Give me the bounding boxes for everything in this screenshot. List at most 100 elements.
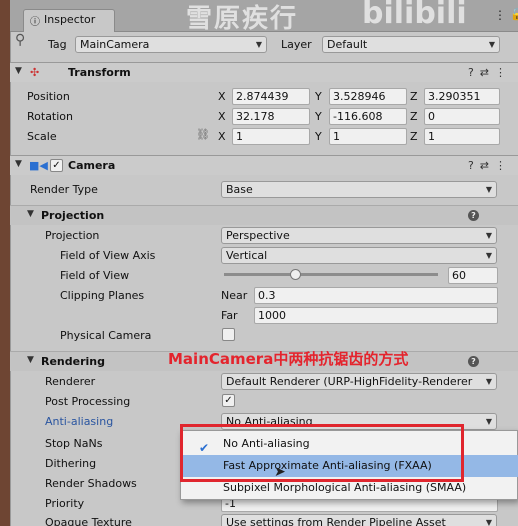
renderer-dropdown[interactable]: Default Renderer (URP-HighFidelity-Rende…: [221, 373, 497, 390]
stop-nans-label: Stop NaNs: [45, 437, 103, 450]
info-icon: ⓘ: [30, 17, 40, 28]
chevron-down-icon: ▼: [485, 231, 492, 240]
scale-x-field[interactable]: 1: [232, 128, 310, 145]
transform-header[interactable]: ▼ ✣ Transform ?⇄⋮: [10, 62, 518, 82]
rotation-y-field[interactable]: -116.608: [329, 108, 407, 125]
camera-object-icon: ⚲: [15, 32, 26, 48]
renderer-value: Default Renderer (URP-HighFidelity-Rende…: [226, 375, 473, 388]
rotation-x-field[interactable]: 32.178: [232, 108, 310, 125]
layer-value: Default: [327, 38, 368, 51]
popup-option-label: Subpixel Morphological Anti-aliasing (SM…: [223, 481, 467, 494]
priority-label: Priority: [45, 497, 85, 510]
tab-label: Inspector: [44, 13, 96, 26]
render-shadows-label: Render Shadows: [45, 477, 137, 490]
watermark-logo: bilibili: [362, 0, 467, 31]
fov-axis-value: Vertical: [226, 249, 268, 262]
fov-field[interactable]: 60: [448, 267, 498, 284]
scale-x-label: X: [218, 130, 226, 143]
camera-enabled-checkbox[interactable]: ✓: [50, 159, 63, 172]
annotation-highlight-box: [180, 424, 464, 482]
link-icon[interactable]: ⛓: [196, 128, 210, 141]
fov-slider-thumb[interactable]: [289, 269, 301, 280]
rotation-label: Rotation: [27, 110, 74, 123]
annotation-text: MainCamera中两种抗锯齿的方式: [168, 350, 409, 368]
scale-z-label: Z: [410, 130, 418, 143]
scale-z-field[interactable]: 1: [424, 128, 500, 145]
foldout-arrow-icon[interactable]: ▼: [15, 159, 22, 169]
mouse-cursor-icon: ➤: [274, 464, 286, 480]
layer-label: Layer: [281, 38, 312, 51]
projection-value: Perspective: [226, 229, 290, 242]
far-field[interactable]: 1000: [254, 307, 498, 324]
position-z-field[interactable]: 3.290351: [424, 88, 500, 105]
chevron-down-icon: ▼: [485, 251, 492, 260]
fov-slider-track[interactable]: [224, 273, 438, 276]
rotation-z-field[interactable]: 0: [424, 108, 500, 125]
position-x-label: X: [218, 90, 226, 103]
rotation-x-label: X: [218, 110, 226, 123]
projection-label: Projection: [45, 229, 100, 242]
render-type-dropdown[interactable]: Base ▼: [221, 181, 497, 198]
near-label: Near: [221, 289, 248, 302]
transform-title: Transform: [68, 66, 131, 79]
help-icon[interactable]: ?: [468, 356, 479, 367]
rendering-section-title: Rendering: [41, 355, 105, 368]
scene-view-edge: [0, 0, 10, 526]
render-type-value: Base: [226, 183, 253, 196]
opaque-texture-label: Opaque Texture: [45, 516, 132, 526]
renderer-label: Renderer: [45, 375, 96, 388]
tab-inspector[interactable]: ⓘ Inspector: [23, 9, 115, 32]
anti-aliasing-label: Anti-aliasing: [45, 415, 114, 428]
chevron-down-icon: ▼: [488, 40, 495, 49]
lock-icon[interactable]: 🔓: [510, 8, 518, 21]
chevron-down-icon: ▼: [255, 40, 262, 49]
layer-dropdown[interactable]: Default ▼: [322, 36, 500, 53]
kebab-menu-icon[interactable]: ⋮: [494, 8, 506, 22]
tag-label: Tag: [48, 38, 67, 51]
transform-icon: ✣: [30, 66, 40, 79]
fov-axis-dropdown[interactable]: Vertical ▼: [221, 247, 497, 264]
tag-value: MainCamera: [80, 38, 150, 51]
foldout-arrow-icon[interactable]: ▼: [27, 209, 34, 219]
projection-section-header[interactable]: ▼ Projection ?: [10, 205, 518, 225]
chevron-down-icon: ▼: [485, 185, 492, 194]
dithering-label: Dithering: [45, 457, 97, 470]
fov-label: Field of View: [60, 269, 130, 282]
position-z-label: Z: [410, 90, 418, 103]
post-processing-label: Post Processing: [45, 395, 131, 408]
tab-bar: ⓘ Inspector 雪原疾行 bilibili ⋮ 🔓: [10, 0, 518, 34]
camera-header[interactable]: ▼ ■◀ ✓ Camera ?⇄⋮: [10, 155, 518, 175]
fov-axis-label: Field of View Axis: [60, 249, 156, 262]
clipping-planes-label: Clipping Planes: [60, 289, 145, 302]
rotation-z-label: Z: [410, 110, 418, 123]
opaque-texture-dropdown[interactable]: Use settings from Render Pipeline Asset …: [221, 514, 497, 526]
chevron-down-icon: ▼: [485, 377, 492, 386]
opaque-texture-value: Use settings from Render Pipeline Asset: [226, 516, 446, 526]
chevron-down-icon: ▼: [485, 417, 492, 426]
scale-y-label: Y: [315, 130, 322, 143]
component-header-icons[interactable]: ?⇄⋮: [468, 159, 512, 172]
camera-title: Camera: [68, 159, 116, 172]
render-type-label: Render Type: [30, 183, 98, 196]
help-icon[interactable]: ?: [468, 210, 479, 221]
component-header-icons[interactable]: ?⇄⋮: [468, 66, 512, 79]
foldout-arrow-icon[interactable]: ▼: [15, 66, 22, 76]
position-y-label: Y: [315, 90, 322, 103]
far-label: Far: [221, 309, 238, 322]
position-label: Position: [27, 90, 70, 103]
projection-section-title: Projection: [41, 209, 105, 222]
chevron-down-icon: ▼: [485, 518, 492, 526]
camera-icon: ■◀: [29, 159, 48, 172]
position-y-field[interactable]: 3.528946: [329, 88, 407, 105]
projection-dropdown[interactable]: Perspective ▼: [221, 227, 497, 244]
post-processing-checkbox[interactable]: ✓: [222, 394, 235, 407]
rotation-y-label: Y: [315, 110, 322, 123]
physical-camera-label: Physical Camera: [60, 329, 152, 342]
watermark-text: 雪原疾行: [186, 4, 299, 34]
physical-camera-checkbox[interactable]: [222, 328, 235, 341]
tag-dropdown[interactable]: MainCamera ▼: [75, 36, 267, 53]
position-x-field[interactable]: 2.874439: [232, 88, 310, 105]
foldout-arrow-icon[interactable]: ▼: [27, 355, 34, 365]
scale-y-field[interactable]: 1: [329, 128, 407, 145]
near-field[interactable]: 0.3: [254, 287, 498, 304]
